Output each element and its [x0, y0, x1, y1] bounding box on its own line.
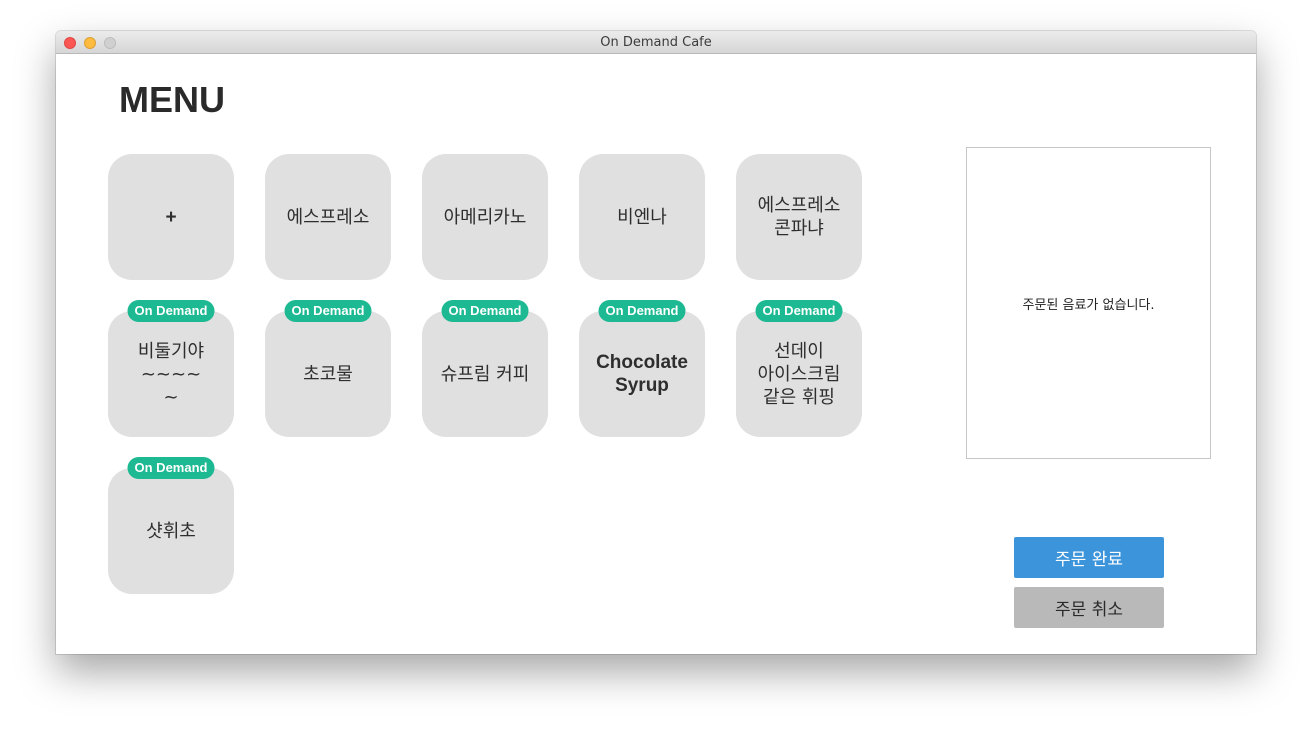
cancel-order-label: 주문 취소	[1055, 600, 1123, 620]
menu-item-label: 비엔나	[617, 206, 667, 228]
menu-item[interactable]: 아메리카노	[422, 154, 548, 280]
menu-item[interactable]: 에스프레소 콘파냐	[736, 154, 862, 280]
menu-item-label: 아메리카노	[443, 206, 527, 228]
order-list-panel: 주문된 음료가 없습니다.	[966, 147, 1211, 459]
menu-item-label: +	[165, 206, 177, 228]
complete-order-label: 주문 완료	[1055, 550, 1123, 570]
menu-item-label: 선데이 아이스크림 같은 휘핑	[757, 340, 841, 408]
menu-item[interactable]: On Demand Chocolate Syrup	[579, 300, 705, 437]
on-demand-badge: On Demand	[127, 300, 215, 322]
menu-item-label: 비둘기야~~~~ ~	[137, 340, 205, 408]
menu-item[interactable]: On Demand 선데이 아이스크림 같은 휘핑	[736, 300, 862, 437]
menu-item[interactable]: On Demand 비둘기야~~~~ ~	[108, 300, 234, 437]
menu-item-label: 에스프레소	[286, 206, 370, 228]
on-demand-badge: On Demand	[755, 300, 843, 322]
menu-item-label: 슈프림 커피	[440, 363, 530, 385]
app-window: On Demand Cafe MENU + 에스프레소 아메리카노 비엔나 에스…	[56, 31, 1256, 654]
complete-order-button[interactable]: 주문 완료	[1014, 537, 1164, 578]
title-bar: On Demand Cafe	[56, 31, 1256, 54]
menu-item[interactable]: 비엔나	[579, 154, 705, 280]
on-demand-badge: On Demand	[598, 300, 686, 322]
menu-item[interactable]: On Demand 초코물	[265, 300, 391, 437]
menu-item-add[interactable]: +	[108, 154, 234, 280]
on-demand-badge: On Demand	[284, 300, 372, 322]
menu-item-label: 샷휘초	[146, 520, 196, 542]
menu-heading: MENU	[119, 79, 225, 120]
menu-item[interactable]: On Demand 슈프림 커피	[422, 300, 548, 437]
cancel-order-button[interactable]: 주문 취소	[1014, 587, 1164, 628]
menu-item[interactable]: On Demand 샷휘초	[108, 457, 234, 594]
menu-item[interactable]: 에스프레소	[265, 154, 391, 280]
order-empty-message: 주문된 음료가 없습니다.	[1022, 297, 1155, 313]
window-title: On Demand Cafe	[600, 35, 712, 50]
on-demand-badge: On Demand	[127, 457, 215, 479]
menu-item-label: 초코물	[303, 363, 353, 385]
menu-item-label: 에스프레소 콘파냐	[757, 195, 841, 239]
on-demand-badge: On Demand	[441, 300, 529, 322]
menu-item-label: Chocolate Syrup	[596, 352, 688, 396]
